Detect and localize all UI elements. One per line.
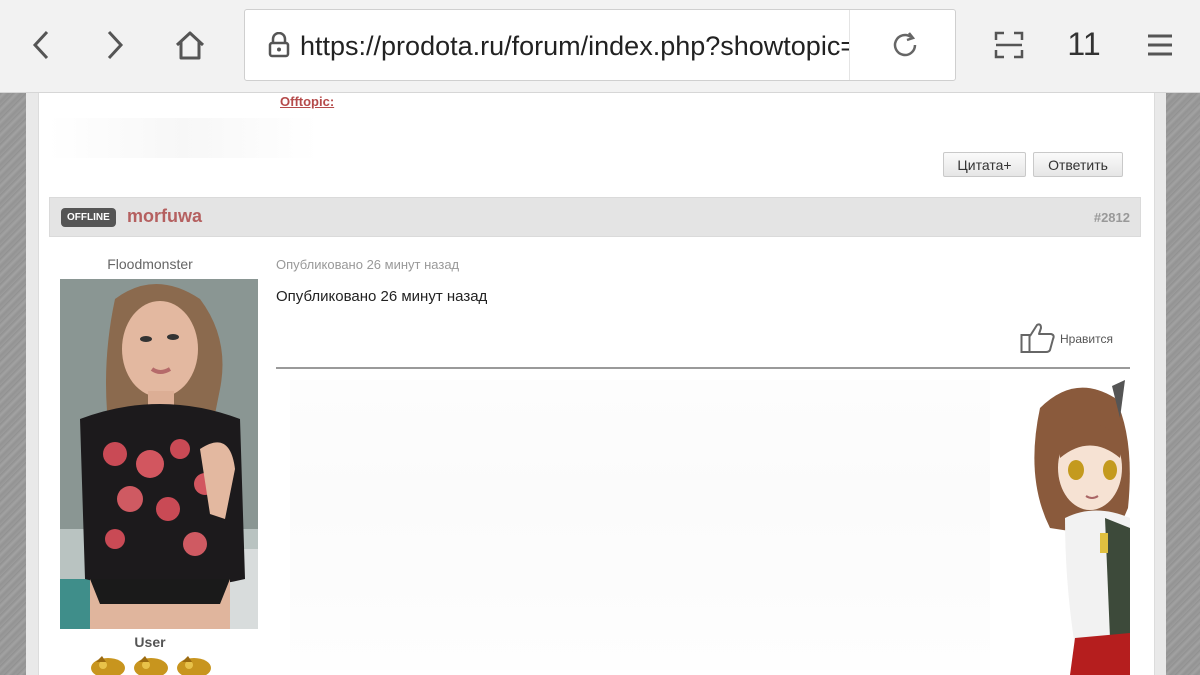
signature-divider xyxy=(276,367,1130,369)
url-text[interactable]: https://prodota.ru/forum/index.php?showt… xyxy=(300,28,850,64)
browser-toolbar: https://prodota.ru/forum/index.php?showt… xyxy=(0,0,1200,93)
rank-pip-icon xyxy=(91,656,125,675)
rank-pip-icon xyxy=(177,656,211,675)
user-title: Floodmonster xyxy=(107,256,193,272)
reload-icon[interactable] xyxy=(885,30,925,60)
anime-girl-image xyxy=(1034,380,1130,675)
previous-signature-fade xyxy=(48,118,318,158)
rank-pip-icon xyxy=(134,656,168,675)
signature-area xyxy=(290,380,990,670)
url-divider xyxy=(849,10,850,80)
like-button[interactable]: Нравится xyxy=(1020,322,1130,354)
scan-button[interactable] xyxy=(987,23,1031,67)
reply-button[interactable]: Ответить xyxy=(1033,152,1123,177)
post-header: OFFLINE morfuwa #2812 xyxy=(49,197,1141,237)
avatar[interactable] xyxy=(60,279,258,629)
post-number-link[interactable]: #2812 xyxy=(1094,210,1130,225)
like-label: Нравится xyxy=(1060,332,1113,346)
forward-button[interactable] xyxy=(93,23,137,67)
username-link[interactable]: morfuwa xyxy=(127,206,202,227)
back-icon xyxy=(32,30,49,60)
user-group: User xyxy=(134,634,166,650)
back-button[interactable] xyxy=(19,23,63,67)
thumbs-up-icon xyxy=(1020,323,1055,353)
avatar-image xyxy=(60,279,258,629)
home-icon xyxy=(175,31,205,60)
rank-pips xyxy=(91,656,211,675)
menu-icon xyxy=(1148,34,1172,56)
post-body: Опубликовано 26 минут назад xyxy=(276,288,488,305)
status-badge: OFFLINE xyxy=(61,208,116,227)
address-bar[interactable]: https://prodota.ru/forum/index.php?showt… xyxy=(244,9,956,81)
lock-icon xyxy=(268,32,290,58)
offtopic-spoiler-link[interactable]: Offtopic: xyxy=(280,94,334,109)
home-button[interactable] xyxy=(168,23,212,67)
scan-icon xyxy=(994,31,1024,59)
signature-image xyxy=(1020,378,1130,675)
post-date: Опубликовано 26 минут назад xyxy=(276,257,460,272)
tab-count[interactable]: 11 xyxy=(1062,22,1106,66)
menu-button[interactable] xyxy=(1138,23,1182,67)
quote-button[interactable]: Цитата+ xyxy=(943,152,1026,177)
forward-icon xyxy=(107,30,124,60)
